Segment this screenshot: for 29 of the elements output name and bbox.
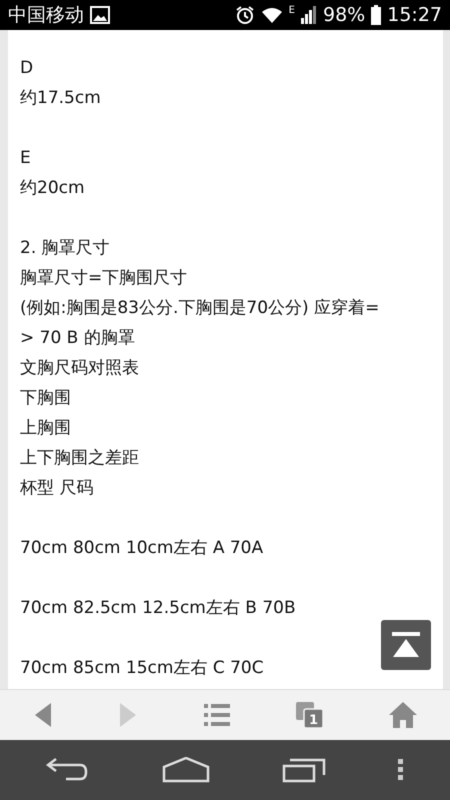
text-line: (例如:胸围是83公分.下胸围是70公分) 应穿着=: [20, 297, 380, 320]
text-line: D: [20, 57, 34, 80]
text-line: 上胸围: [20, 417, 72, 440]
text-line: 约17.5cm: [20, 87, 102, 110]
text-line: 70cm 82.5cm 12.5cm左右 B 70B: [20, 597, 297, 620]
text-line: E: [20, 147, 32, 170]
image-icon: [90, 6, 110, 24]
signal-icon: [301, 6, 317, 24]
battery-percent: 98%: [323, 4, 366, 26]
text-line: > 70 B 的胸罩: [20, 327, 136, 350]
text-line: 上下胸围之差距: [20, 447, 140, 470]
text-line: 下胸围: [20, 387, 72, 410]
text-line: 文胸尺码对照表: [20, 357, 140, 380]
carrier-name: 中国移动: [8, 3, 84, 28]
text-line: 70cm 85cm 15cm左右 C 70C: [20, 657, 265, 680]
text-line: 2. 胸罩尺寸: [20, 237, 111, 260]
tabs-button[interactable]: 1: [292, 698, 328, 732]
battery-icon: [371, 5, 382, 25]
scroll-top-icon: [391, 632, 421, 658]
clock: 15:27: [387, 4, 442, 26]
text-line: 70cm 80cm 10cm左右 A 70A: [20, 537, 264, 560]
more-icon: [398, 759, 404, 781]
network-type: E: [288, 5, 295, 16]
text-line: 胸罩尺寸=下胸围尺寸: [20, 267, 188, 290]
wifi-icon: [260, 6, 283, 24]
scroll-to-top-button[interactable]: [381, 620, 431, 670]
text-line: 杯型 尺码: [20, 477, 94, 500]
text-line: 约20cm: [20, 177, 86, 200]
alarm-icon: [234, 5, 255, 25]
